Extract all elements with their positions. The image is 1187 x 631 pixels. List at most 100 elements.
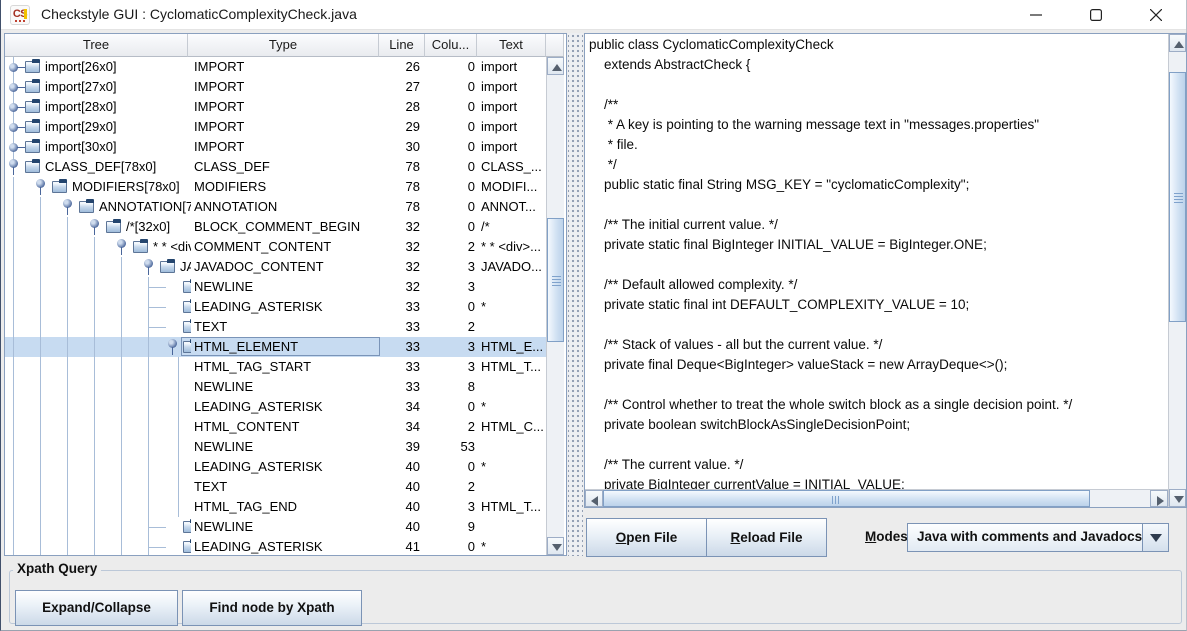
tree-node-folder-icon xyxy=(25,121,40,133)
table-row[interactable]: LEADING_ASTERISK330* xyxy=(5,297,546,317)
tree-cell xyxy=(5,537,191,555)
modes-dropdown[interactable]: Java with comments and Javadocs xyxy=(907,523,1169,552)
table-row[interactable]: TEXT332 xyxy=(5,317,546,337)
text-cell: * xyxy=(481,397,546,417)
tree-guide-line xyxy=(40,357,41,377)
code-line: private boolean switchBlockAsSingleDecis… xyxy=(589,415,1168,435)
scrollbar-thumb[interactable] xyxy=(547,218,564,342)
column-cell: 53 xyxy=(425,437,475,457)
source-code-view[interactable]: public class CyclomaticComplexityCheck e… xyxy=(585,34,1168,489)
table-row[interactable]: import[28x0]IMPORT280import xyxy=(5,97,546,117)
xpath-query-title: Xpath Query xyxy=(13,561,101,576)
tree-node-label: MODIFIERS[78x0] xyxy=(72,177,180,197)
code-line: private final Deque<BigInteger> valueSta… xyxy=(589,355,1168,375)
scroll-up-button[interactable] xyxy=(1169,34,1186,52)
type-cell: IMPORT xyxy=(194,97,377,117)
table-row[interactable]: HTML_CONTENT342HTML_C... xyxy=(5,417,546,437)
tree-node-folder-icon xyxy=(79,201,94,213)
text-cell: import xyxy=(481,77,546,97)
code-horizontal-scrollbar[interactable] xyxy=(585,489,1168,507)
table-row[interactable]: LEADING_ASTERISK410* xyxy=(5,537,546,555)
close-icon xyxy=(1150,9,1162,21)
table-row[interactable]: ANNOTATION[78x0]ANNOTATION780ANNOT... xyxy=(5,197,546,217)
column-header-corner[interactable] xyxy=(546,34,564,57)
tree-guide-line xyxy=(67,277,68,297)
text-cell: JAVADO... xyxy=(481,257,546,277)
tree-node-label: /*[32x0] xyxy=(126,217,170,237)
type-cell: JAVADOC_CONTENT xyxy=(194,257,377,277)
scroll-down-button[interactable] xyxy=(547,537,564,555)
tree-connector-stub xyxy=(148,307,166,308)
tree-connector-stub xyxy=(148,327,166,328)
table-row[interactable]: import[29x0]IMPORT290import xyxy=(5,117,546,137)
scroll-right-button[interactable] xyxy=(1150,490,1168,507)
maximize-button[interactable] xyxy=(1074,0,1118,30)
table-row[interactable]: LEADING_ASTERISK400* xyxy=(5,457,546,477)
tree-guide-line xyxy=(67,517,68,537)
tree-node-label: import[26x0] xyxy=(45,57,117,77)
tree-guide-line xyxy=(121,257,122,277)
table-row[interactable]: HTML_ELEMENT333HTML_E... xyxy=(5,337,546,357)
tree-guide-line xyxy=(13,477,14,497)
scroll-up-button[interactable] xyxy=(547,57,564,75)
minimize-button[interactable] xyxy=(1014,0,1058,30)
table-row[interactable]: NEWLINE323 xyxy=(5,277,546,297)
dropdown-arrow-button[interactable] xyxy=(1142,524,1168,551)
tree-guide-line xyxy=(94,237,95,257)
table-row[interactable]: * * <div>...COMMENT_CONTENT322* * <div>.… xyxy=(5,237,546,257)
modes-label: Modes: xyxy=(865,529,912,544)
tree-guide-line xyxy=(13,517,14,537)
text-cell xyxy=(481,517,546,537)
table-row[interactable]: import[26x0]IMPORT260import xyxy=(5,57,546,77)
table-row[interactable]: NEWLINE409 xyxy=(5,517,546,537)
table-row[interactable]: import[27x0]IMPORT270import xyxy=(5,77,546,97)
table-row[interactable]: JAVADOC_CONTENT[32x3]JAVADOC_CONTENT323J… xyxy=(5,257,546,277)
tree-vertical-scrollbar[interactable] xyxy=(546,57,564,555)
find-node-by-xpath-button[interactable]: Find node by Xpath xyxy=(182,590,362,626)
tree-guide-line xyxy=(178,417,179,437)
code-line xyxy=(589,435,1168,455)
expand-collapse-button[interactable]: Expand/Collapse xyxy=(15,590,178,626)
table-row[interactable]: /*[32x0]BLOCK_COMMENT_BEGIN320/* xyxy=(5,217,546,237)
tree-guide-line xyxy=(67,317,68,337)
text-cell: CLASS_... xyxy=(481,157,546,177)
tree-node-label: CLASS_DEF[78x0] xyxy=(45,157,156,177)
close-button[interactable] xyxy=(1134,0,1178,30)
code-line: private static final int DEFAULT_COMPLEX… xyxy=(589,295,1168,315)
scrollbar-thumb[interactable] xyxy=(1169,72,1186,322)
checkstyle-logo-icon: CS xyxy=(10,5,30,25)
tree-node-folder-icon xyxy=(183,301,191,313)
scroll-left-button[interactable] xyxy=(585,490,603,507)
tree-node-folder-icon xyxy=(25,141,40,153)
table-row[interactable]: NEWLINE3953 xyxy=(5,437,546,457)
column-cell: 0 xyxy=(425,177,475,197)
table-row[interactable]: HTML_TAG_END403HTML_T... xyxy=(5,497,546,517)
reload-file-button[interactable]: Reload File xyxy=(706,518,827,557)
scrollbar-thumb[interactable] xyxy=(603,490,1090,507)
tree-connector-stub xyxy=(148,287,166,288)
tree-cell: import[26x0] xyxy=(5,57,191,77)
tree-guide-line xyxy=(148,437,149,457)
column-header-line[interactable]: Line xyxy=(379,34,425,57)
open-file-button[interactable]: Open File xyxy=(586,518,707,557)
table-row[interactable]: CLASS_DEF[78x0]CLASS_DEF780CLASS_... xyxy=(5,157,546,177)
tree-guide-line xyxy=(67,397,68,417)
tree-node-folder-icon xyxy=(183,281,191,293)
tree-guide-line xyxy=(94,377,95,397)
column-header-text[interactable]: Text xyxy=(477,34,546,57)
table-row[interactable]: MODIFIERS[78x0]MODIFIERS780MODIFI... xyxy=(5,177,546,197)
column-cell: 2 xyxy=(425,237,475,257)
column-header-colu[interactable]: Colu... xyxy=(425,34,477,57)
table-row[interactable]: TEXT402 xyxy=(5,477,546,497)
column-header-type[interactable]: Type xyxy=(188,34,379,57)
right-arrow-icon xyxy=(1154,495,1166,507)
scroll-down-button[interactable] xyxy=(1169,489,1186,507)
code-vertical-scrollbar[interactable] xyxy=(1168,34,1186,507)
table-row[interactable]: HTML_TAG_START333HTML_T... xyxy=(5,357,546,377)
table-row[interactable]: import[30x0]IMPORT300import xyxy=(5,137,546,157)
table-row[interactable]: LEADING_ASTERISK340* xyxy=(5,397,546,417)
tree-guide-line xyxy=(178,497,179,517)
column-header-tree[interactable]: Tree xyxy=(5,34,188,57)
table-row[interactable]: NEWLINE338 xyxy=(5,377,546,397)
split-pane-divider[interactable] xyxy=(568,33,583,556)
